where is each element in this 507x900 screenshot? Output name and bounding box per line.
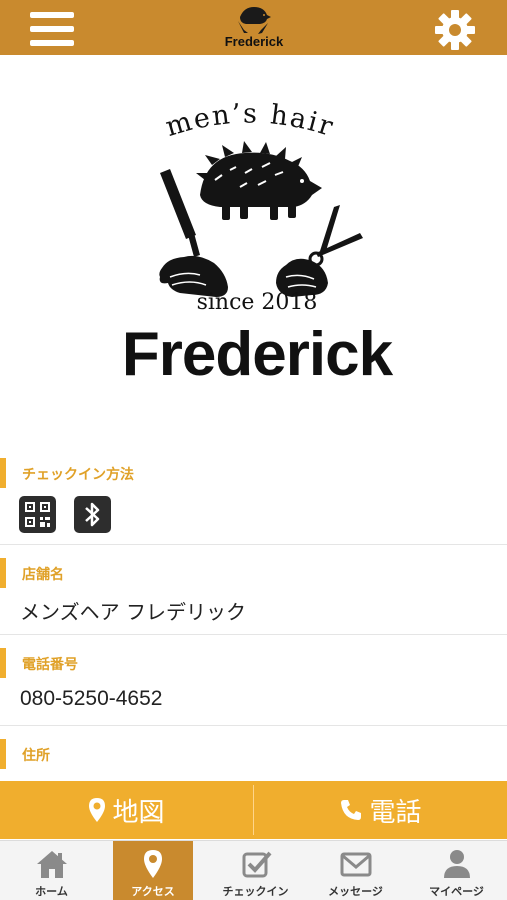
shop-name-section: 店舗名 メンズヘア フレデリック [0,546,507,635]
tab-mypage-label: マイページ [429,885,484,898]
header-logo[interactable]: Frederick [222,3,286,53]
phone-section: 電話番号 080-5250-4652 [0,636,507,726]
app-header: Frederick [0,0,507,55]
shop-name-value: メンズヘア フレデリック [20,600,246,624]
tab-message-label: メッセージ [328,885,383,898]
frederick-logo-icon: men’s hair since 2018 Frederick [122,98,395,389]
hamburger-menu-icon [30,12,74,18]
checkbox-icon [242,851,271,878]
tab-home[interactable]: ホーム [1,841,102,900]
map-pin-icon [144,850,162,878]
section-accent-bar [0,648,6,678]
tab-message[interactable]: メッセージ [305,841,406,900]
tab-checkin-label: チェックイン [222,885,289,898]
bottom-tab-bar: ホーム アクセス チェックイン メッセージ マイページ [0,840,507,900]
tab-access-label: アクセス [131,885,175,898]
header-logo-text: Frederick [224,34,284,49]
envelope-icon [340,852,371,877]
phone-icon [341,800,362,820]
shop-name-title: 店舗名 [22,567,64,583]
tab-home-label: ホーム [35,885,68,898]
bluetooth-icon [74,496,111,533]
user-icon [443,850,470,878]
address-section: 住所 [0,727,507,787]
section-accent-bar [0,458,6,488]
menu-button[interactable] [30,12,74,46]
tab-mypage[interactable]: マイページ [406,841,507,900]
qr-code-icon [19,496,56,533]
map-pin-icon [89,798,106,822]
map-button-label: 地図 [112,797,165,828]
home-icon [36,851,67,878]
call-button-label: 電話 [369,797,422,828]
hero-name: Frederick [122,320,394,389]
phone-title: 電話番号 [22,657,78,673]
section-accent-bar [0,739,6,769]
call-button[interactable]: 電話 [254,781,507,839]
action-bar: 地図 電話 [0,781,507,839]
hero-tagline: men’s hair [162,98,336,143]
address-title: 住所 [22,748,50,764]
svg-text:men’s hair: men’s hair [162,98,338,143]
hedgehog-logo-icon [238,7,271,34]
checkin-method-title: チェックイン方法 [22,467,134,483]
section-accent-bar [0,558,6,588]
gear-icon [435,10,475,50]
map-button[interactable]: 地図 [0,781,253,839]
tab-checkin[interactable]: チェックイン [205,841,306,900]
shop-logo: men’s hair since 2018 Frederick [0,55,507,450]
settings-button[interactable] [433,8,477,52]
phone-value[interactable]: 080-5250-4652 [20,687,162,711]
tab-access[interactable]: アクセス [113,841,193,900]
hero-since: since 2018 [197,290,318,315]
